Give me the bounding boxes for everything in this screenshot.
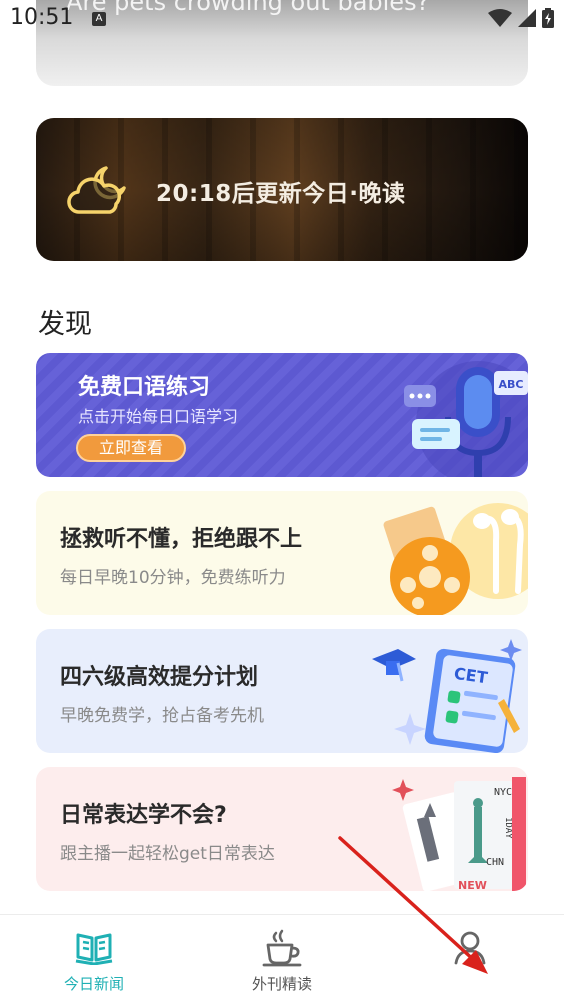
oral-card-title: 免费口语练习 [78,375,211,400]
coffee-cup-icon [262,929,302,967]
day-label: 1DAY [503,817,513,839]
daily-card-subtitle: 跟主播一起轻松get日常表达 [60,844,275,864]
nav-today-news-label: 今日新闻 [63,975,124,993]
cet-card[interactable]: 四六级高效提分计划 早晚免费学，抢占备考先机 CET [36,629,528,753]
microphone-icon: ABC [404,361,528,477]
listening-card[interactable]: 拯救听不懂，拒绝跟不上 每日早晚10分钟，免费练听力 [36,491,528,615]
battery-icon [542,8,554,28]
cloud-moon-icon [67,166,126,214]
bottom-nav: 今日新闻 外刊精读 [0,914,564,1004]
profile-icon [454,931,486,965]
nav-foreign-press-label: 外刊精读 [251,975,312,993]
oral-card-subtitle: 点击开始每日口语学习 [78,407,239,426]
travel-tickets-icon: NYC 1DAY CHN NEW [392,777,526,891]
abc-label: ABC [499,378,524,391]
wifi-icon [488,9,512,27]
oral-practice-card[interactable]: 免费口语练习 点击开始每日口语学习 立即查看 ABC [36,353,528,477]
signal-icon [518,9,536,27]
discover-title: 发现 [38,309,92,340]
status-bar: 10:51 A [0,0,564,38]
evening-read-text: 20:18后更新今日·晚读 [156,181,406,207]
film-reel-earphones-icon [383,503,528,615]
cet-card-title: 四六级高效提分计划 [60,665,259,690]
listening-card-subtitle: 每日早晚10分钟，免费练听力 [60,568,286,588]
cet-checklist-icon: CET [372,639,522,753]
view-now-button[interactable]: 立即查看 [76,434,186,462]
nyc-label: NYC [494,787,512,798]
chn-label: CHN [486,857,504,868]
daily-card-title: 日常表达学不会? [60,803,227,828]
open-book-icon [75,933,113,965]
new-label: NEW [458,879,487,891]
status-icons [488,8,554,28]
daily-expression-card[interactable]: 日常表达学不会? 跟主播一起轻松get日常表达 NYC 1DAY CHN NEW [36,767,528,891]
notification-icon: A [92,12,106,26]
nav-foreign-press[interactable]: 外刊精读 [188,915,376,1004]
nav-today-news[interactable]: 今日新闻 [0,915,188,1004]
evening-read-banner[interactable]: 20:18后更新今日·晚读 [36,118,528,261]
cet-card-subtitle: 早晚免费学，抢占备考先机 [60,706,264,726]
status-time: 10:51 [10,5,74,30]
nav-profile[interactable] [376,915,564,1004]
listening-card-title: 拯救听不懂，拒绝跟不上 [60,527,303,552]
